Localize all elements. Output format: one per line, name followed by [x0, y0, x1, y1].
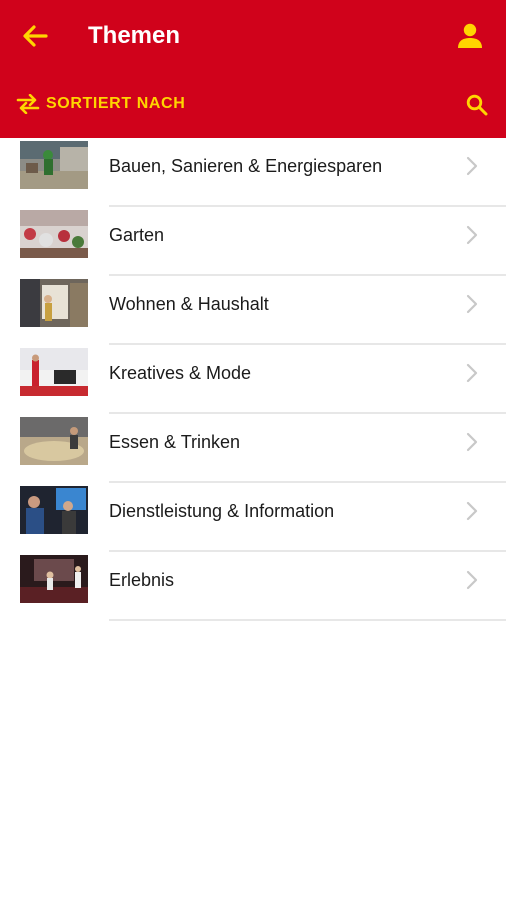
profile-button[interactable]	[454, 20, 486, 52]
topic-label: Dienstleistung & Information	[109, 501, 335, 521]
topic-label: Essen & Trinken	[109, 432, 241, 452]
topic-label: Bauen, Sanieren & Energiesparen	[109, 156, 383, 176]
swap-arrows-icon	[16, 94, 40, 114]
topic-list: Bauen, Sanieren & Energiesparen Garten W…	[0, 138, 506, 621]
list-item[interactable]: Essen & Trinken	[0, 414, 506, 483]
search-button[interactable]	[462, 90, 492, 120]
chevron-right-icon	[466, 156, 478, 176]
chevron-right-icon	[466, 432, 478, 452]
page-title: Themen	[88, 22, 181, 49]
topic-thumbnail	[20, 555, 88, 603]
sort-label: SORTIERT NACH	[46, 95, 186, 112]
chevron-right-icon	[466, 363, 478, 383]
list-item[interactable]: Wohnen & Haushalt	[0, 276, 506, 345]
chevron-right-icon	[466, 570, 478, 590]
top-bar: Themen	[0, 0, 506, 72]
arrow-left-icon	[23, 25, 48, 47]
sort-bar: SORTIERT NACH	[0, 82, 506, 126]
chevron-right-icon	[466, 501, 478, 521]
topic-thumbnail	[20, 279, 88, 327]
topic-label: Garten	[109, 225, 165, 245]
divider	[109, 619, 506, 621]
list-item[interactable]: Kreatives & Mode	[0, 345, 506, 414]
topic-thumbnail	[20, 348, 88, 396]
chevron-right-icon	[466, 294, 478, 314]
search-icon	[466, 94, 488, 116]
topic-thumbnail	[20, 486, 88, 534]
list-item[interactable]: Garten	[0, 207, 506, 276]
sort-button[interactable]: SORTIERT NACH	[16, 90, 185, 118]
list-item[interactable]: Bauen, Sanieren & Energiesparen	[0, 138, 506, 207]
topic-label: Kreatives & Mode	[109, 363, 252, 383]
topic-label: Wohnen & Haushalt	[109, 294, 269, 314]
back-button[interactable]	[20, 22, 50, 50]
app-bar: Themen SORTIERT NACH	[0, 0, 506, 138]
person-icon	[458, 23, 482, 48]
topic-label: Erlebnis	[109, 570, 175, 590]
topic-thumbnail	[20, 141, 88, 189]
topic-thumbnail	[20, 417, 88, 465]
list-item[interactable]: Dienstleistung & Information	[0, 483, 506, 552]
list-item[interactable]: Erlebnis	[0, 552, 506, 621]
chevron-right-icon	[466, 225, 478, 245]
topic-thumbnail	[20, 210, 88, 258]
